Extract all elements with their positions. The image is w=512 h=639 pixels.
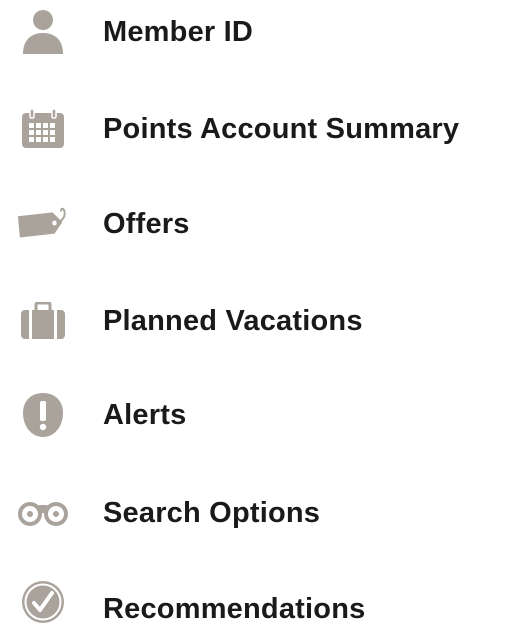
menu-item-offers[interactable]: Offers [0,194,512,254]
person-icon [16,2,70,62]
suitcase-icon [16,291,70,351]
account-menu: Member ID Points Account Summary Offers … [0,0,512,625]
menu-item-planned-vacations[interactable]: Planned Vacations [0,291,512,351]
calendar-icon [16,99,70,159]
menu-item-recommendations[interactable]: Recommendations [0,579,512,639]
menu-item-label: Alerts [103,399,187,431]
menu-item-label: Search Options [103,497,321,529]
menu-item-label: Planned Vacations [103,305,363,337]
tag-icon [16,194,70,254]
menu-item-label: Offers [103,208,190,240]
menu-item-search-options[interactable]: Search Options [0,483,512,543]
binoculars-icon [16,483,70,543]
menu-item-label: Points Account Summary [103,113,460,145]
menu-item-alerts[interactable]: Alerts [0,385,512,445]
menu-item-label: Member ID [103,16,254,48]
menu-item-points-account-summary[interactable]: Points Account Summary [0,99,512,159]
menu-item-label: Recommendations [103,593,366,625]
checkmark-circle-icon [16,572,70,632]
exclamation-icon [16,385,70,445]
menu-item-member-id[interactable]: Member ID [0,2,512,62]
